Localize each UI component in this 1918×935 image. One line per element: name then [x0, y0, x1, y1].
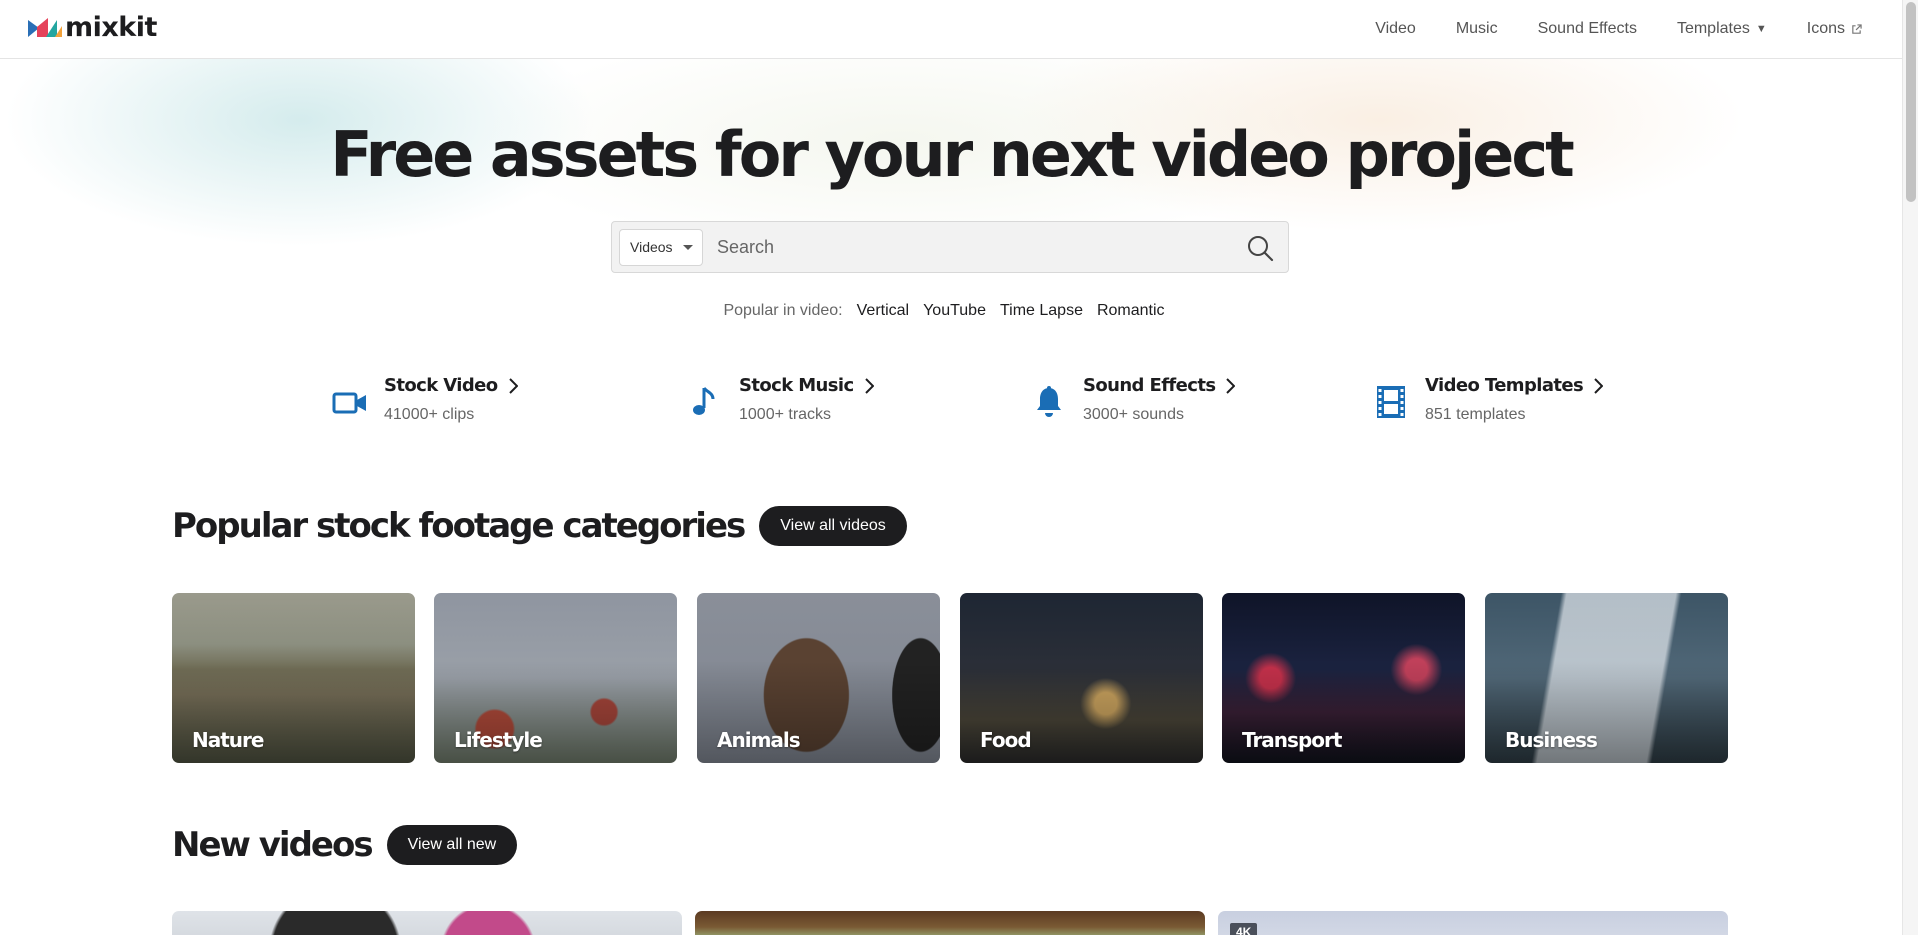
category-subtitle: 41000+ clips — [384, 406, 475, 423]
search-bar: Videos — [611, 221, 1289, 273]
chevron-right-icon — [1594, 378, 1604, 394]
caret-down-icon: ▼ — [1755, 23, 1767, 35]
resolution-badge: 4K — [1230, 923, 1258, 935]
category-title: Sound Effects — [1083, 375, 1216, 396]
popular-label: Popular in video: — [723, 302, 843, 319]
nav-music-label: Music — [1455, 20, 1498, 37]
category-video-templates[interactable]: Video Templates 851 templates — [1373, 372, 1604, 424]
new-videos-section-title: New videos — [172, 825, 374, 865]
asset-type-select[interactable]: Videos — [619, 229, 703, 266]
music-note-icon — [693, 387, 715, 415]
category-tile-nature[interactable]: Nature — [172, 593, 415, 763]
tile-label: Transport — [1242, 728, 1342, 752]
popular-tag-youtube[interactable]: YouTube — [923, 302, 986, 320]
popular-searches: Popular in video: Vertical YouTube Time … — [0, 302, 1902, 320]
tile-label: Animals — [717, 728, 801, 752]
film-strip-icon — [1377, 386, 1405, 418]
category-sound-effects[interactable]: Sound Effects 3000+ sounds — [1031, 372, 1236, 424]
category-tile-food[interactable]: Food — [960, 593, 1203, 763]
chevron-right-icon — [1226, 378, 1236, 394]
nav-icons-label: Icons — [1806, 20, 1845, 37]
nav-sound-effects[interactable]: Sound Effects — [1538, 20, 1637, 38]
category-subtitle: 1000+ tracks — [739, 406, 832, 423]
footage-section-header: Popular stock footage categories View al… — [172, 506, 907, 546]
video-camera-icon — [332, 392, 366, 414]
nav-sound-effects-label: Sound Effects — [1537, 20, 1637, 37]
video-card[interactable] — [695, 911, 1205, 935]
video-card[interactable] — [172, 911, 682, 935]
footage-section-title: Popular stock footage categories — [172, 506, 746, 546]
search-input[interactable] — [717, 230, 1217, 265]
logo-mark-icon — [28, 18, 62, 37]
nav-templates-label: Templates — [1676, 20, 1750, 37]
view-all-new-button[interactable]: View all new — [386, 825, 518, 865]
video-card[interactable]: 4K — [1218, 911, 1728, 935]
category-tile-transport[interactable]: Transport — [1222, 593, 1465, 763]
hero-title: Free assets for your next video project — [330, 118, 1574, 191]
nav-music[interactable]: Music — [1456, 20, 1498, 38]
popular-tag-romantic[interactable]: Romantic — [1097, 302, 1165, 320]
bell-icon — [1037, 386, 1061, 417]
site-header: mixkit Video Music Sound Effects Templat… — [0, 0, 1902, 59]
external-link-icon — [1852, 23, 1862, 34]
category-tile-lifestyle[interactable]: Lifestyle — [434, 593, 677, 763]
category-title: Stock Video — [384, 375, 498, 396]
view-all-videos-button[interactable]: View all videos — [759, 506, 907, 546]
category-tile-animals[interactable]: Animals — [697, 593, 940, 763]
category-stock-music[interactable]: Stock Music 1000+ tracks — [687, 372, 874, 424]
logo-text: mixkit — [65, 12, 157, 43]
page-scrollbar[interactable] — [1902, 0, 1918, 935]
popular-tag-vertical[interactable]: Vertical — [857, 302, 909, 320]
category-title: Video Templates — [1425, 375, 1584, 396]
tile-label: Business — [1505, 728, 1598, 752]
nav-video[interactable]: Video — [1375, 20, 1416, 38]
category-stock-video[interactable]: Stock Video 41000+ clips — [332, 372, 518, 424]
popular-tag-time-lapse[interactable]: Time Lapse — [1000, 302, 1083, 320]
nav-icons[interactable]: Icons — [1807, 20, 1862, 38]
asset-type-value: Videos — [630, 239, 673, 255]
main-nav: Video Music Sound Effects Templates ▼ Ic… — [1335, 0, 1862, 58]
category-title: Stock Music — [739, 375, 854, 396]
category-subtitle: 3000+ sounds — [1083, 406, 1184, 423]
category-subtitle: 851 templates — [1425, 406, 1526, 423]
category-tile-business[interactable]: Business — [1485, 593, 1728, 763]
scrollbar-thumb[interactable] — [1906, 2, 1916, 202]
new-videos-section-header: New videos View all new — [172, 825, 518, 865]
tile-label: Food — [980, 728, 1032, 752]
nav-templates[interactable]: Templates ▼ — [1677, 20, 1767, 38]
chevron-right-icon — [508, 378, 518, 394]
tile-label: Lifestyle — [454, 728, 543, 752]
mixkit-logo[interactable]: mixkit — [28, 13, 157, 43]
search-icon[interactable] — [1246, 234, 1274, 262]
select-caret-icon — [683, 245, 693, 250]
nav-video-label: Video — [1375, 20, 1416, 37]
tile-label: Nature — [192, 728, 264, 752]
chevron-right-icon — [864, 378, 874, 394]
